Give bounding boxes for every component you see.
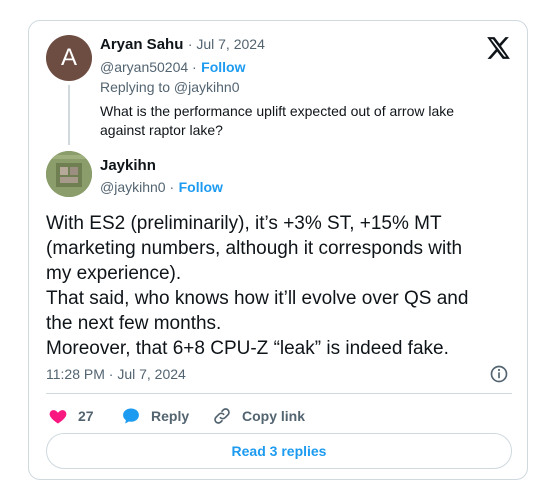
tweet-text-line: That said, who knows how it’ll evolve ov… [46, 288, 469, 309]
reply-text-line: against raptor lake? [100, 122, 223, 138]
link-icon [214, 408, 230, 424]
tweet-embed-card: A Aryan Sahu · Jul 7, 2024 @aryan50204 ·… [28, 20, 528, 480]
reply-text-line: What is the performance uplift expected … [100, 103, 455, 119]
like-button[interactable]: 27 [48, 406, 94, 426]
tweet-text-line: Moreover, that 6+8 CPU-Z “leak” is indee… [46, 338, 449, 359]
replying-to: Replying to @jaykihn0 [100, 79, 240, 95]
follow-button-jaykihn[interactable]: Follow [179, 179, 223, 195]
reply-date[interactable]: · Jul 7, 2024 [188, 36, 265, 52]
reply-label: Reply [151, 408, 190, 424]
reply-handle[interactable]: @aryan50204 · [100, 59, 197, 75]
tweet-text-line: the next few months. [46, 313, 222, 334]
like-count: 27 [78, 408, 94, 424]
reply-bubble-icon [123, 408, 139, 424]
info-icon[interactable] [489, 364, 509, 384]
copy-link-button[interactable]: Copy link [212, 406, 305, 426]
tweet-text: With ES2 (preliminarily), it’s +3% ST, +… [46, 211, 516, 361]
x-logo-icon[interactable] [485, 35, 511, 61]
tweet-handle-row: @jaykihn0 · Follow [100, 179, 223, 197]
avatar-jaykihn[interactable] [46, 151, 92, 197]
reply-author-name[interactable]: Aryan Sahu [100, 36, 183, 53]
tweet-text-line: (marketing numbers, although it correspo… [46, 238, 463, 259]
tweet-handle[interactable]: @jaykihn0 · [100, 179, 174, 195]
read-replies-button[interactable]: Read 3 replies [46, 433, 512, 469]
avatar-aryan[interactable]: A [46, 35, 92, 81]
reply-text: What is the performance uplift expected … [100, 102, 454, 140]
avatar-initial: A [60, 44, 77, 71]
tweet-text-line: my experience). [46, 263, 182, 284]
thread-connector [68, 85, 70, 145]
copy-link-label: Copy link [242, 408, 306, 424]
heart-icon [49, 410, 67, 424]
chip-avatar-image [46, 151, 92, 197]
divider [46, 393, 512, 394]
reply-header: Aryan Sahu · Jul 7, 2024 [100, 36, 265, 54]
tweet-timestamp[interactable]: 11:28 PM · Jul 7, 2024 [46, 366, 186, 382]
reply-button[interactable]: Reply [121, 406, 189, 426]
read-replies-label: Read 3 replies [231, 443, 327, 459]
follow-button-aryan[interactable]: Follow [201, 59, 245, 75]
tweet-author: Jaykihn [100, 157, 156, 175]
reply-handle-row: @aryan50204 · Follow [100, 59, 246, 77]
tweet-author-name[interactable]: Jaykihn [100, 157, 156, 174]
tweet-text-line: With ES2 (preliminarily), it’s +3% ST, +… [46, 213, 442, 234]
